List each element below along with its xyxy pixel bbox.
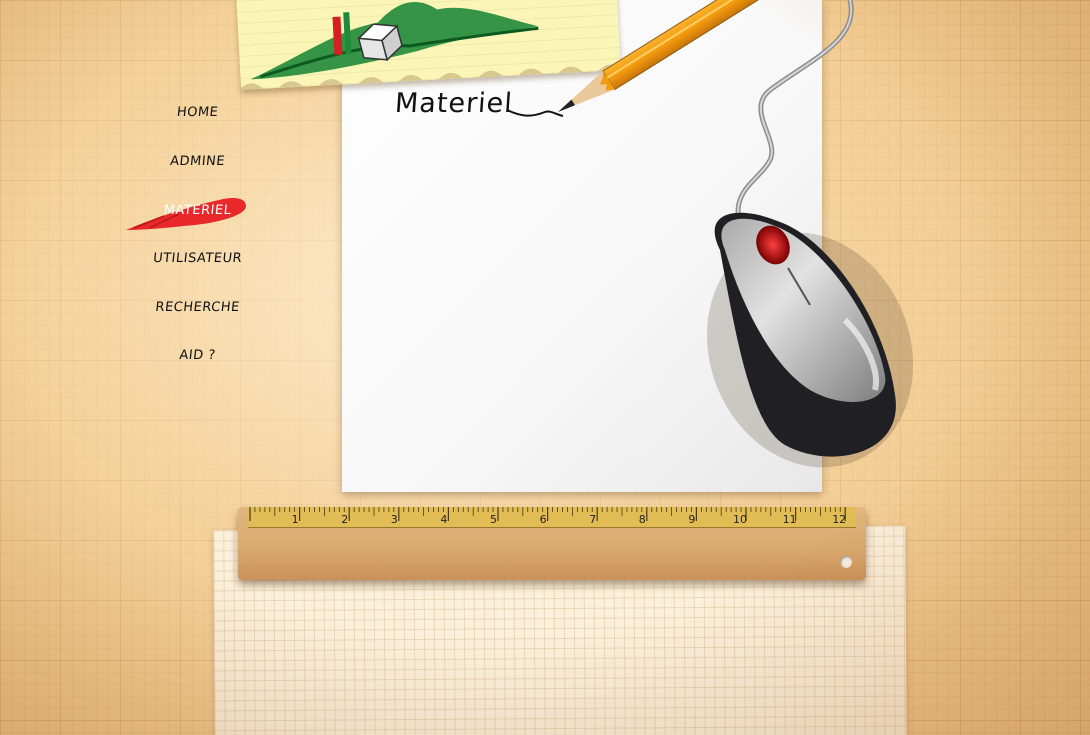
ruler-number: 9 (688, 513, 696, 526)
ruler-number: 12 (832, 513, 847, 526)
page-title: Materiel (393, 88, 514, 119)
nav-item-materiel[interactable]: MATERIEL (118, 196, 276, 226)
main-nav: HOME ADMINE MATERIEL UTILISATEUR RECHERC… (120, 98, 280, 388)
ruler-number: 7 (589, 513, 597, 526)
ruler-number: 1 (291, 513, 299, 526)
page-root: Materiel HOME ADMINE MATERIEL UTILISATEU… (0, 0, 1090, 735)
ruler: 1 2 3 4 5 6 7 8 9 10 11 12 (238, 507, 866, 580)
ruler-number: 10 (733, 513, 747, 526)
ruler-number: 3 (390, 513, 398, 526)
ruler-number: 8 (638, 513, 646, 526)
ruler-ticks (249, 507, 846, 521)
ruler-number: 2 (341, 513, 349, 526)
nav-item-utilisateur[interactable]: UTILISATEUR (118, 244, 276, 274)
nav-item-aid[interactable]: AID ? (118, 341, 276, 371)
ruler-number: 6 (539, 513, 547, 526)
nav-item-home[interactable]: HOME (118, 98, 276, 128)
nav-item-admine[interactable]: ADMINE (118, 147, 276, 177)
ruler-hole (840, 556, 852, 568)
ruler-number: 4 (440, 513, 448, 526)
computer-mouse-icon (706, 0, 914, 468)
ruler-number: 11 (782, 513, 797, 526)
ruler-scale: 1 2 3 4 5 6 7 8 9 10 11 12 (248, 507, 856, 528)
ruler-number: 5 (490, 513, 497, 526)
nav-item-recherche[interactable]: RECHERCHE (118, 293, 276, 323)
